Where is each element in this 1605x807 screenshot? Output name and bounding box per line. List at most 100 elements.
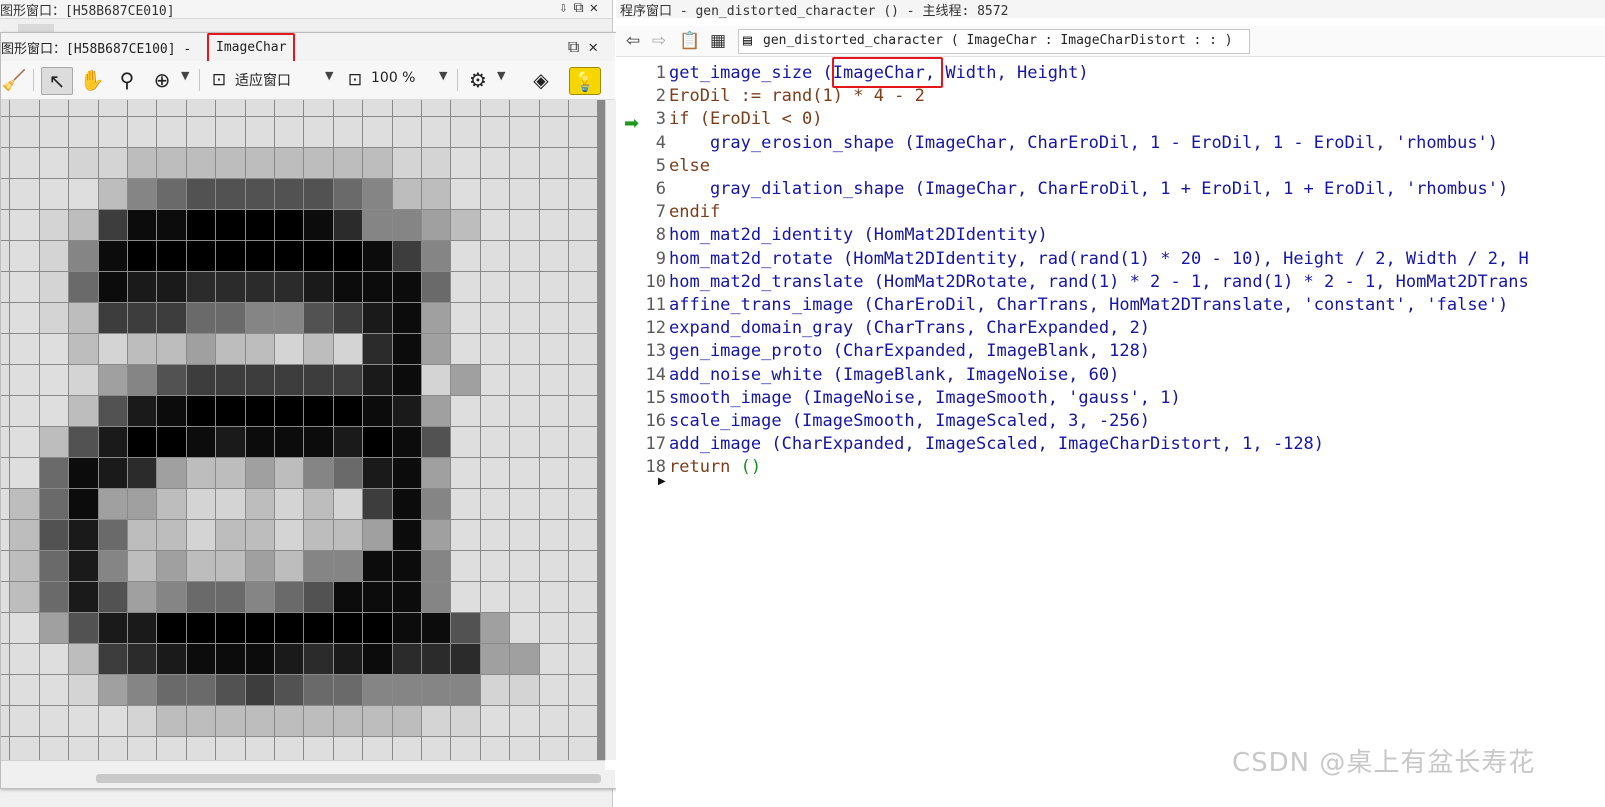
code-text[interactable]: expand_domain_gray (CharTrans, CharExpan… xyxy=(669,317,1150,340)
code-text[interactable]: affine_trans_image (CharEroDil, CharTran… xyxy=(669,294,1508,317)
code-line[interactable]: 14 add_noise_white (ImageBlank, ImageNois… xyxy=(616,364,1605,387)
pixel-cell xyxy=(480,334,512,366)
code-line[interactable]: 6 gray_dilation_shape (ImageChar, CharEr… xyxy=(616,178,1605,201)
zoom-magnifier-icon[interactable]: ⚲ xyxy=(113,67,141,93)
graphics-window-titlebar[interactable]: 图形窗口：[H58B687CE100] - ImageChar ⧉✕ xyxy=(1,33,615,63)
code-line[interactable]: 17 add_image (CharExpanded, ImageScaled, … xyxy=(616,433,1605,456)
watermark: CSDN @桌上有盆长寿花 xyxy=(1232,748,1536,778)
code-line[interactable]: 12 expand_domain_gray (CharTrans, CharExp… xyxy=(616,317,1605,340)
code-text[interactable]: EroDil := rand(1) * 4 - 2 xyxy=(669,85,925,108)
code-line[interactable]: 8 hom_mat2d_identity (HomMat2DIdentity) xyxy=(616,224,1605,247)
zoom-percent-dropdown-icon[interactable]: ▼ xyxy=(439,69,447,82)
code-line[interactable]: 11 affine_trans_image (CharEroDil, CharTr… xyxy=(616,294,1605,317)
code-text[interactable]: gray_erosion_shape (ImageChar, CharEroDi… xyxy=(669,132,1498,155)
zoom-percent-value[interactable]: 100 % xyxy=(371,70,415,86)
program-window-titlebar: 程序窗口 - gen_distorted_character () - 主线程:… xyxy=(616,0,1605,19)
pixel-cell xyxy=(245,551,276,583)
close-icon[interactable]: ✕ xyxy=(588,37,607,56)
background-window-controls[interactable]: ⇩⧉✕ xyxy=(559,0,604,16)
layers-icon[interactable]: ◈ xyxy=(527,67,555,93)
restore-icon[interactable]: ⧉ xyxy=(574,0,590,16)
pixel-cell xyxy=(128,675,159,707)
code-text[interactable]: endif xyxy=(669,201,720,224)
zoom-in-icon[interactable]: ⊕ xyxy=(147,67,177,93)
code-text[interactable]: else xyxy=(669,155,710,178)
pixel-image-view[interactable] xyxy=(1,100,605,760)
pixel-cell xyxy=(245,334,276,366)
pixel-cell xyxy=(363,613,394,645)
code-text[interactable]: return () xyxy=(669,456,761,479)
pixel-cell xyxy=(363,334,394,366)
pixel-cell xyxy=(539,396,570,428)
pixel-cell xyxy=(569,272,600,304)
pixel-cell xyxy=(304,582,335,614)
code-text[interactable]: gray_dilation_shape (ImageChar, CharEroD… xyxy=(669,178,1508,201)
pixel-cell xyxy=(39,303,71,335)
grid-view-icon[interactable]: ▦ xyxy=(706,30,730,52)
draw-dropdown-arrow-icon[interactable]: ▼ xyxy=(497,69,505,82)
code-line[interactable]: 3 if (EroDil < 0) xyxy=(616,108,1605,131)
pointer-tool-icon[interactable]: ↖ xyxy=(41,67,73,95)
pixel-cell xyxy=(10,520,41,552)
fit-window-icon[interactable]: ⊡ xyxy=(207,67,231,93)
scrollbar-thumb[interactable] xyxy=(96,774,601,783)
code-text[interactable]: hom_mat2d_rotate (HomMat2DIdentity, rad(… xyxy=(669,248,1529,271)
pixel-cell xyxy=(569,458,600,490)
pixel-cell xyxy=(98,241,129,273)
lightbulb-icon[interactable]: 💡 xyxy=(569,67,601,95)
pixel-cell xyxy=(333,272,365,304)
pixel-cell xyxy=(186,365,218,397)
code-text[interactable]: add_image (CharExpanded, ImageScaled, Im… xyxy=(669,433,1324,456)
code-text[interactable]: gen_image_proto (CharExpanded, ImageBlan… xyxy=(669,340,1150,363)
pixel-cell xyxy=(333,737,365,760)
code-line[interactable]: 7 endif xyxy=(616,201,1605,224)
clipboard-icon[interactable]: 📋 xyxy=(678,30,702,52)
code-text[interactable]: hom_mat2d_identity (HomMat2DIdentity) xyxy=(669,224,1048,247)
pixel-cell xyxy=(363,179,394,211)
pan-hand-icon[interactable]: ✋ xyxy=(77,67,107,93)
code-text[interactable]: hom_mat2d_translate (HomMat2DRotate, ran… xyxy=(669,271,1529,294)
code-text[interactable]: scale_image (ImageSmooth, ImageScaled, 3… xyxy=(669,410,1150,433)
code-text[interactable]: add_noise_white (ImageBlank, ImageNoise,… xyxy=(669,364,1119,387)
pixel-cell xyxy=(304,706,335,738)
pixel-cell xyxy=(128,303,159,335)
pixel-cell xyxy=(539,551,570,583)
pixel-cell xyxy=(451,241,482,273)
zoom-percent-icon[interactable]: ⊡ xyxy=(343,67,367,93)
draw-shapes-icon[interactable]: ⚙ xyxy=(463,67,493,93)
code-line[interactable]: 15 smooth_image (ImageNoise, ImageSmooth,… xyxy=(616,387,1605,410)
code-line[interactable]: 1 get_image_size (ImageChar, Width, Heigh… xyxy=(616,62,1605,85)
back-arrow-icon[interactable]: ⇦ xyxy=(622,30,644,52)
code-text[interactable]: if (EroDil < 0) xyxy=(669,108,823,131)
pixel-cell xyxy=(69,210,100,242)
pixel-cell xyxy=(569,179,600,211)
procedure-selector[interactable]: ▤ gen_distorted_character ( ImageChar : … xyxy=(738,29,1250,54)
code-line[interactable]: 5 else xyxy=(616,155,1605,178)
code-line[interactable]: 10 hom_mat2d_translate (HomMat2DRotate, r… xyxy=(616,271,1605,294)
code-editor[interactable]: 1 get_image_size (ImageChar, Width, Heigh… xyxy=(616,62,1605,492)
fit-dropdown-arrow-icon[interactable]: ▼ xyxy=(325,69,333,82)
code-line[interactable]: 2 EroDil := rand(1) * 4 - 2 xyxy=(616,85,1605,108)
graphics-toolbar: 🧹 ↖ ✋ ⚲ ⊕ ▼ ⊡ 适应窗口 ▼ ⊡ 100 % ▼ ⚙ ▼ ◈ 💡 xyxy=(1,61,615,100)
close-icon[interactable]: ✕ xyxy=(590,0,604,16)
fit-window-label[interactable]: 适应窗口 xyxy=(235,70,291,90)
pixel-cell xyxy=(128,551,159,583)
pixel-cell xyxy=(333,520,365,552)
code-line[interactable]: 16 scale_image (ImageSmooth, ImageScaled,… xyxy=(616,410,1605,433)
pixel-cell xyxy=(480,706,512,738)
code-line[interactable]: 4 gray_erosion_shape (ImageChar, CharEro… xyxy=(616,132,1605,155)
code-text[interactable]: smooth_image (ImageNoise, ImageSmooth, '… xyxy=(669,387,1181,410)
code-line[interactable]: 18 return () xyxy=(616,456,1605,479)
code-text[interactable]: get_image_size (ImageChar, Width, Height… xyxy=(669,62,1089,85)
pin-icon[interactable]: ⇩ xyxy=(559,0,573,16)
pixel-cell xyxy=(275,644,306,676)
code-line[interactable]: 9 hom_mat2d_rotate (HomMat2DIdentity, rad… xyxy=(616,248,1605,271)
zoom-dropdown-arrow-icon[interactable]: ▼ xyxy=(181,69,189,82)
pixel-cell xyxy=(186,334,218,366)
pixel-cell xyxy=(422,303,453,335)
vertical-scrollbar[interactable] xyxy=(605,100,616,760)
clear-broom-icon[interactable]: 🧹 xyxy=(1,67,27,93)
code-line[interactable]: 13 gen_image_proto (CharExpanded, ImageBl… xyxy=(616,340,1605,363)
restore-icon[interactable]: ⧉ xyxy=(568,37,588,56)
forward-arrow-icon[interactable]: ⇨ xyxy=(648,30,670,52)
